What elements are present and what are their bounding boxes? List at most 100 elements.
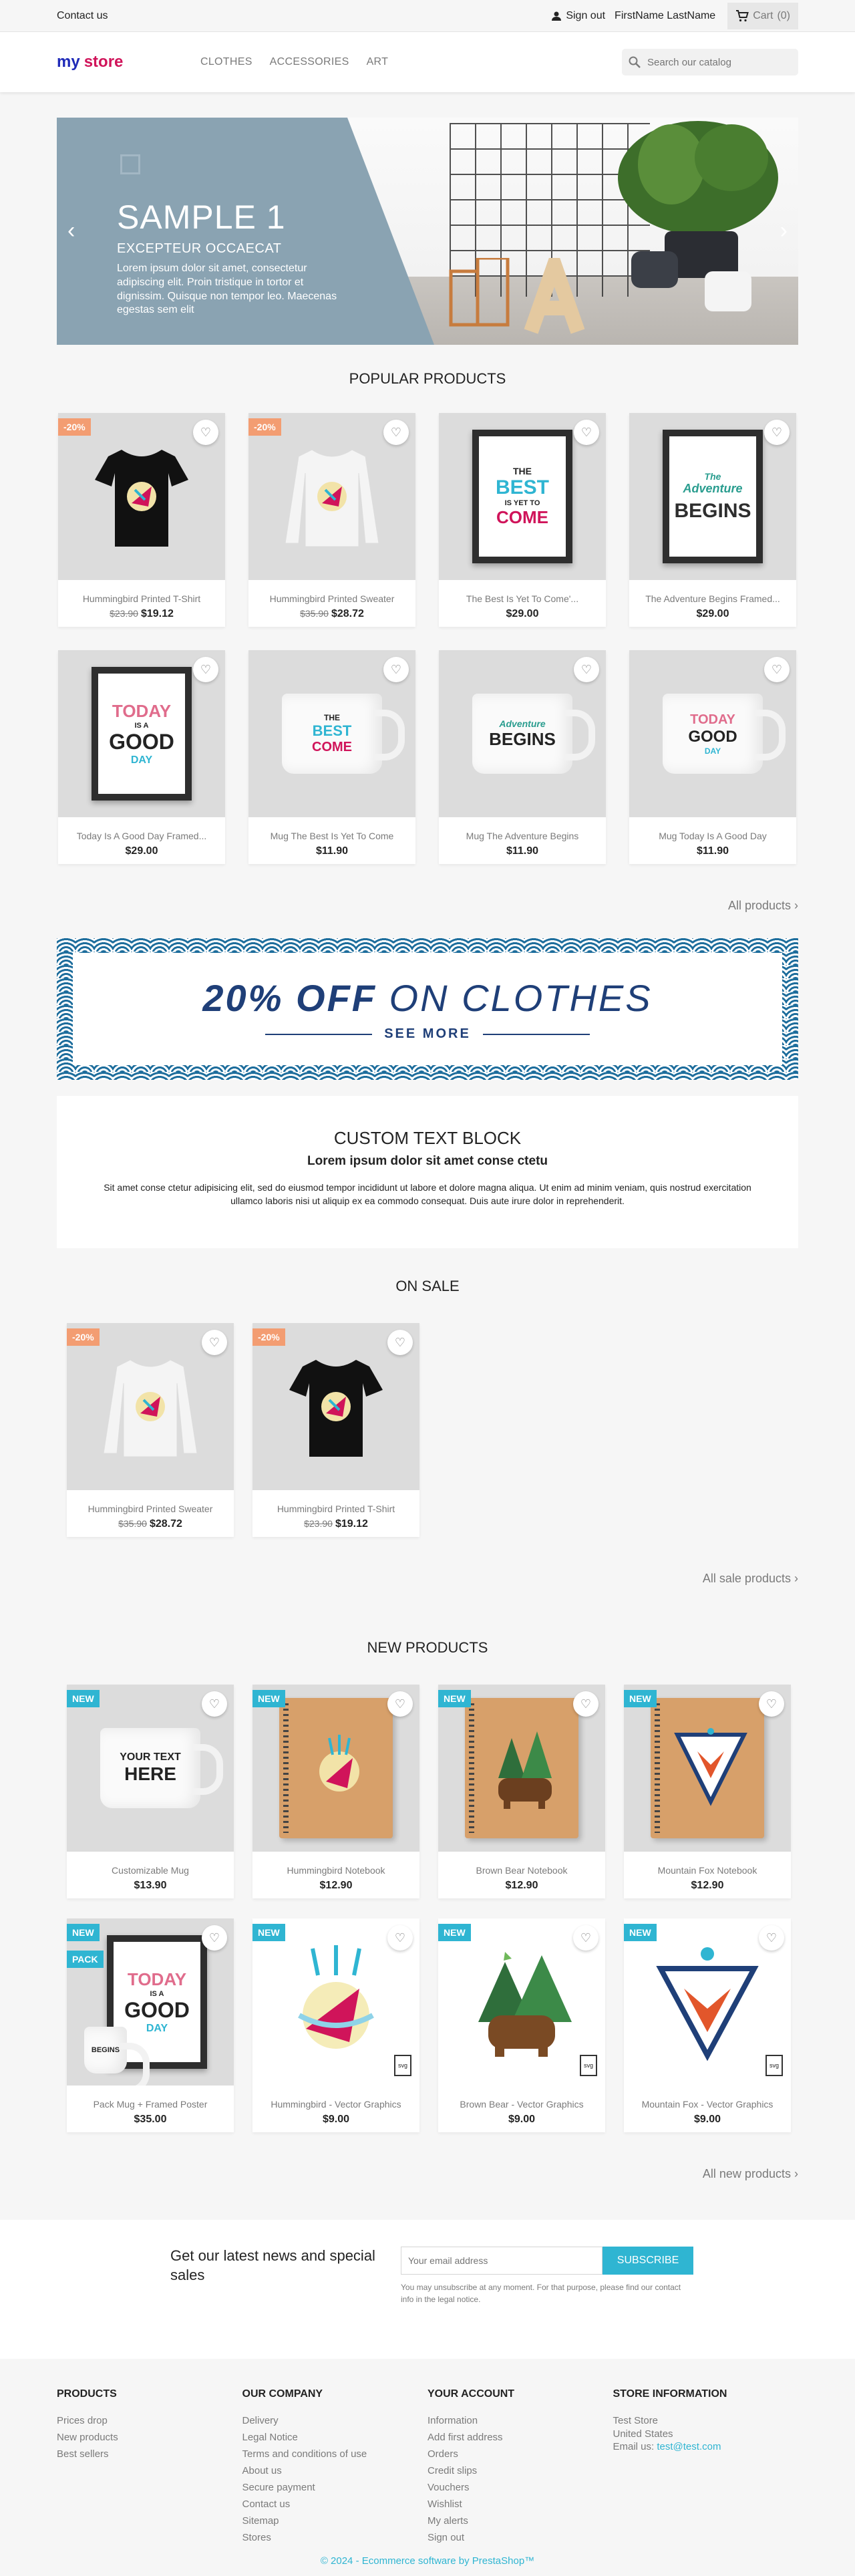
product-card[interactable]: -20% ♡ Hummingbird Printed T-Shirt $23.9… [58,413,225,627]
product-name[interactable]: Customizable Mug [67,1865,234,1876]
footer-link[interactable]: Sign out [428,2529,613,2546]
product-name[interactable]: Mug The Adventure Begins [439,831,606,841]
cart-button[interactable]: Cart (0) [727,3,798,29]
wishlist-heart-icon[interactable]: ♡ [202,1330,227,1355]
footer-link[interactable]: Orders [428,2446,613,2462]
footer-link[interactable]: Prices drop [57,2412,242,2429]
wishlist-heart-icon[interactable]: ♡ [202,1925,227,1951]
product-name[interactable]: Hummingbird Printed Sweater [248,593,415,604]
footer-link[interactable]: Information [428,2412,613,2429]
footer-link[interactable]: Contact us [242,2496,428,2513]
store-email-link[interactable]: test@test.com [657,2441,721,2452]
product-name[interactable]: Hummingbird Printed Sweater [67,1504,234,1514]
product-card[interactable]: NEW ♡ svg Mountain Fox - Vector Graphics… [624,1918,791,2132]
product-image[interactable]: -20% ♡ [248,413,415,580]
copyright-link[interactable]: © 2024 - Ecommerce software by PrestaSho… [321,2555,534,2567]
product-card[interactable]: THE BEST COME ♡ Mug The Best Is Yet To C… [248,650,415,864]
wishlist-heart-icon[interactable]: ♡ [193,657,218,682]
product-card[interactable]: NEW ♡ Brown Bear Notebook $12.90 [438,1685,605,1898]
footer-link[interactable]: Sitemap [242,2513,428,2529]
wishlist-heart-icon[interactable]: ♡ [387,1330,413,1355]
menu-art[interactable]: ART [367,56,389,68]
all-new-products-link[interactable]: All new products › [703,2167,798,2180]
search-input[interactable] [647,56,781,68]
footer-link[interactable]: New products [57,2429,242,2446]
subscribe-button[interactable]: SUBSCRIBE [603,2247,693,2275]
product-image[interactable]: TODAY GOOD DAY ♡ [629,650,796,817]
wishlist-heart-icon[interactable]: ♡ [383,657,409,682]
product-card[interactable]: TODAY GOOD DAY ♡ Mug Today Is A Good Day… [629,650,796,864]
product-card[interactable]: NEW ♡ svg Hummingbird - Vector Graphics … [252,1918,419,2132]
product-card[interactable]: -20% ♡ Hummingbird Printed Sweater $35.9… [248,413,415,627]
product-card[interactable]: YOUR TEXT HERE NEW ♡ Customizable Mug $1… [67,1685,234,1898]
all-sale-products-link[interactable]: All sale products › [703,1572,798,1585]
account-link[interactable]: FirstName LastName [615,10,715,22]
product-name[interactable]: Mug The Best Is Yet To Come [248,831,415,841]
product-image[interactable]: NEW ♡ svg [624,1918,791,2086]
product-card[interactable]: NEW ♡ svg Brown Bear - Vector Graphics $… [438,1918,605,2132]
wishlist-heart-icon[interactable]: ♡ [193,420,218,445]
product-card[interactable]: TODAY IS A GOOD DAY ♡ Today Is A Good Da… [58,650,225,864]
slider-next-arrow-icon[interactable]: › [780,218,788,244]
product-name[interactable]: Hummingbird Printed T-Shirt [58,593,225,604]
wishlist-heart-icon[interactable]: ♡ [764,657,790,682]
product-image[interactable]: NEW ♡ [624,1685,791,1852]
footer-link[interactable]: My alerts [428,2513,613,2529]
product-image[interactable]: THE BEST COME ♡ [248,650,415,817]
product-image[interactable]: NEW ♡ svg [438,1918,605,2086]
product-name[interactable]: Hummingbird - Vector Graphics [252,2099,419,2110]
footer-link[interactable]: Terms and conditions of use [242,2446,428,2462]
promo-banner[interactable]: 20% OFF ON CLOTHES SEE MORE [57,938,798,1080]
wishlist-heart-icon[interactable]: ♡ [574,657,599,682]
product-image[interactable]: NEW ♡ [252,1685,419,1852]
product-name[interactable]: Hummingbird Notebook [252,1865,419,1876]
wishlist-heart-icon[interactable]: ♡ [387,1691,413,1717]
wishlist-heart-icon[interactable]: ♡ [764,420,790,445]
product-name[interactable]: The Adventure Begins Framed... [629,593,796,604]
wishlist-heart-icon[interactable]: ♡ [383,420,409,445]
product-card[interactable]: NEW ♡ Hummingbird Notebook $12.90 [252,1685,419,1898]
product-image[interactable]: NEW ♡ [438,1685,605,1852]
product-name[interactable]: Today Is A Good Day Framed... [58,831,225,841]
product-card[interactable]: THE BEST IS YET TO COME ♡ The Best Is Ye… [439,413,606,627]
wishlist-heart-icon[interactable]: ♡ [202,1691,227,1717]
product-image[interactable]: -20% ♡ [67,1323,234,1490]
footer-link[interactable]: Wishlist [428,2496,613,2513]
footer-link[interactable]: Best sellers [57,2446,242,2462]
footer-link[interactable]: Legal Notice [242,2429,428,2446]
all-products-link[interactable]: All products › [728,899,798,912]
contact-link[interactable]: Contact us [57,10,108,22]
product-name[interactable]: Brown Bear - Vector Graphics [438,2099,605,2110]
product-name[interactable]: Hummingbird Printed T-Shirt [252,1504,419,1514]
logo[interactable]: my store [57,53,200,71]
newsletter-email-input[interactable] [401,2247,603,2275]
product-name[interactable]: Pack Mug + Framed Poster [67,2099,234,2110]
image-slider[interactable]: SAMPLE 1 EXCEPTEUR OCCAECAT Lorem ipsum … [57,118,798,345]
footer-link[interactable]: Credit slips [428,2462,613,2479]
promo-see-more[interactable]: SEE MORE [265,1026,590,1042]
menu-clothes[interactable]: CLOTHES [200,56,252,68]
product-card[interactable]: -20% ♡ Hummingbird Printed T-Shirt $23.9… [252,1323,419,1537]
product-image[interactable]: NEW ♡ svg [252,1918,419,2086]
product-name[interactable]: Mug Today Is A Good Day [629,831,796,841]
product-name[interactable]: Mountain Fox - Vector Graphics [624,2099,791,2110]
product-card[interactable]: NEW ♡ Mountain Fox Notebook $12.90 [624,1685,791,1898]
product-image[interactable]: TODAY IS A GOOD DAY ♡ [58,650,225,817]
product-name[interactable]: Mountain Fox Notebook [624,1865,791,1876]
sign-out-link[interactable]: Sign out [551,10,605,22]
product-image[interactable]: YOUR TEXT HERE NEW ♡ [67,1685,234,1852]
product-name[interactable]: The Best Is Yet To Come'... [439,593,606,604]
footer-link[interactable]: Add first address [428,2429,613,2446]
footer-link[interactable]: About us [242,2462,428,2479]
product-card[interactable]: Adventure BEGINS ♡ Mug The Adventure Beg… [439,650,606,864]
product-card[interactable]: TODAY IS A GOOD DAY BEGINS NEW PACK ♡ Pa… [67,1918,234,2132]
product-image[interactable]: -20% ♡ [58,413,225,580]
footer-link[interactable]: Vouchers [428,2479,613,2496]
product-name[interactable]: Brown Bear Notebook [438,1865,605,1876]
slider-prev-arrow-icon[interactable]: ‹ [67,218,75,244]
product-image[interactable]: TODAY IS A GOOD DAY BEGINS NEW PACK ♡ [67,1918,234,2086]
menu-accessories[interactable]: ACCESSORIES [270,56,349,68]
footer-link[interactable]: Secure payment [242,2479,428,2496]
footer-link[interactable]: Delivery [242,2412,428,2429]
wishlist-heart-icon[interactable]: ♡ [573,1691,598,1717]
